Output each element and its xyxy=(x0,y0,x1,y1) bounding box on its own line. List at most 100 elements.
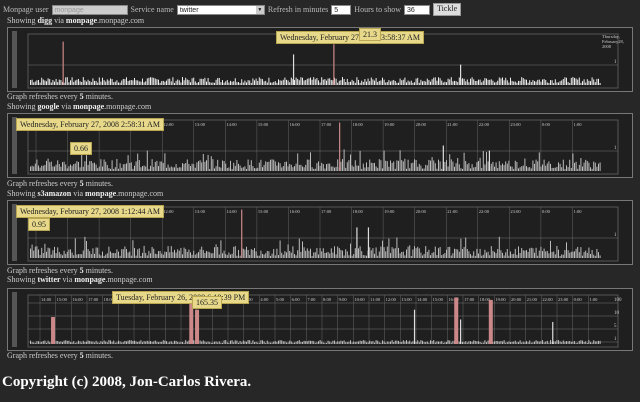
data-bar xyxy=(337,82,339,85)
data-bar xyxy=(41,77,43,85)
tickle-button[interactable]: Tickle xyxy=(432,3,462,16)
data-bar xyxy=(478,160,479,171)
data-bar xyxy=(442,82,444,85)
data-bar xyxy=(66,251,68,258)
data-bar xyxy=(591,168,593,171)
data-bar xyxy=(351,165,353,171)
data-bar xyxy=(482,342,484,344)
data-bar xyxy=(191,254,193,258)
data-bar xyxy=(321,77,323,85)
data-bar xyxy=(238,82,239,85)
data-bar xyxy=(404,77,406,85)
data-bar xyxy=(404,158,406,171)
data-bar xyxy=(418,342,420,344)
data-bar xyxy=(522,250,524,258)
data-bar xyxy=(196,162,198,171)
data-bar xyxy=(196,253,198,258)
hours-input[interactable]: 36 xyxy=(403,4,430,15)
data-bar xyxy=(476,341,478,344)
data-bar xyxy=(326,252,327,258)
data-bar xyxy=(378,251,380,258)
data-bar xyxy=(166,167,167,171)
data-bar xyxy=(486,252,487,258)
data-bar xyxy=(511,341,513,344)
data-bar xyxy=(36,341,38,344)
data-bar xyxy=(410,342,412,344)
data-bar xyxy=(119,341,121,344)
data-bar xyxy=(476,80,478,85)
copyright: Copyright (c) 2008, Jon-Carlos Rivera. xyxy=(2,374,252,390)
data-bar xyxy=(94,80,95,85)
data-bar xyxy=(290,164,292,171)
graph-twitter[interactable]: 100105114:0015:0016:0017:0018:0019:0020:… xyxy=(7,288,633,351)
spike-bar xyxy=(413,309,416,344)
data-bar xyxy=(593,340,595,344)
data-bar xyxy=(142,342,143,344)
data-bar xyxy=(433,160,435,171)
data-bar xyxy=(247,159,249,171)
data-bar xyxy=(282,341,284,344)
data-bar xyxy=(124,79,126,85)
graph-digg[interactable]: 1 Wednesday, February 27, 2008 3:58:37 AM… xyxy=(7,27,633,92)
data-bar xyxy=(92,78,94,85)
data-bar xyxy=(391,80,393,85)
data-bar xyxy=(257,80,259,85)
data-bar xyxy=(473,79,475,85)
data-bar xyxy=(265,342,267,344)
data-bar xyxy=(70,342,71,344)
service-select[interactable]: twitter ▼ xyxy=(176,4,265,15)
data-bar xyxy=(164,340,166,344)
user-input[interactable]: monpage xyxy=(51,4,128,15)
data-bar xyxy=(503,80,505,85)
data-bar xyxy=(494,251,495,258)
data-bar xyxy=(567,167,569,171)
data-bar xyxy=(554,167,556,171)
data-bar xyxy=(103,255,105,258)
data-bar xyxy=(561,342,563,344)
data-bar xyxy=(118,251,119,258)
data-bar xyxy=(330,342,332,344)
data-bar xyxy=(44,164,46,171)
data-bar xyxy=(465,237,467,258)
x-tick-label: 14:00 xyxy=(226,122,237,127)
data-bar xyxy=(108,80,110,85)
data-bar xyxy=(542,340,543,344)
x-tick-label: 17:00 xyxy=(464,297,475,302)
data-bar xyxy=(346,78,348,85)
hover-value-tooltip: 21.3 xyxy=(359,28,381,41)
data-bar xyxy=(396,82,398,85)
data-bar xyxy=(521,247,523,258)
data-bar xyxy=(450,159,452,171)
data-bar xyxy=(246,246,247,258)
data-bar xyxy=(226,255,228,258)
data-bar xyxy=(474,255,476,258)
data-bar xyxy=(337,246,339,258)
data-bar xyxy=(292,342,294,344)
graph-s3amazon[interactable]: 18:009:0010:0011:0012:0013:0014:0015:001… xyxy=(7,200,633,265)
data-bar xyxy=(586,342,588,344)
data-bar xyxy=(124,164,126,171)
data-bar xyxy=(105,81,107,85)
data-bar xyxy=(170,81,172,85)
refresh-input[interactable]: 5 xyxy=(331,4,352,15)
data-bar xyxy=(282,79,284,85)
hours-label: Hours to show xyxy=(354,5,401,14)
x-tick-label: 12:00 xyxy=(386,297,397,302)
data-bar xyxy=(596,248,598,258)
graph-google[interactable]: 18:009:0010:0011:0012:0013:0014:0015:001… xyxy=(7,113,633,178)
data-bar xyxy=(145,166,147,171)
data-bar xyxy=(226,342,228,344)
data-bar xyxy=(255,341,257,344)
data-bar xyxy=(412,341,414,344)
data-bar xyxy=(137,153,139,171)
data-bar xyxy=(71,165,73,171)
data-bar xyxy=(388,166,390,171)
data-bar xyxy=(518,168,519,171)
data-bar xyxy=(556,245,558,258)
data-bar xyxy=(210,253,212,258)
data-bar xyxy=(394,81,396,85)
data-bar xyxy=(257,255,259,258)
spike-bar xyxy=(454,297,459,344)
data-bar xyxy=(556,166,558,171)
data-bar xyxy=(468,82,470,85)
